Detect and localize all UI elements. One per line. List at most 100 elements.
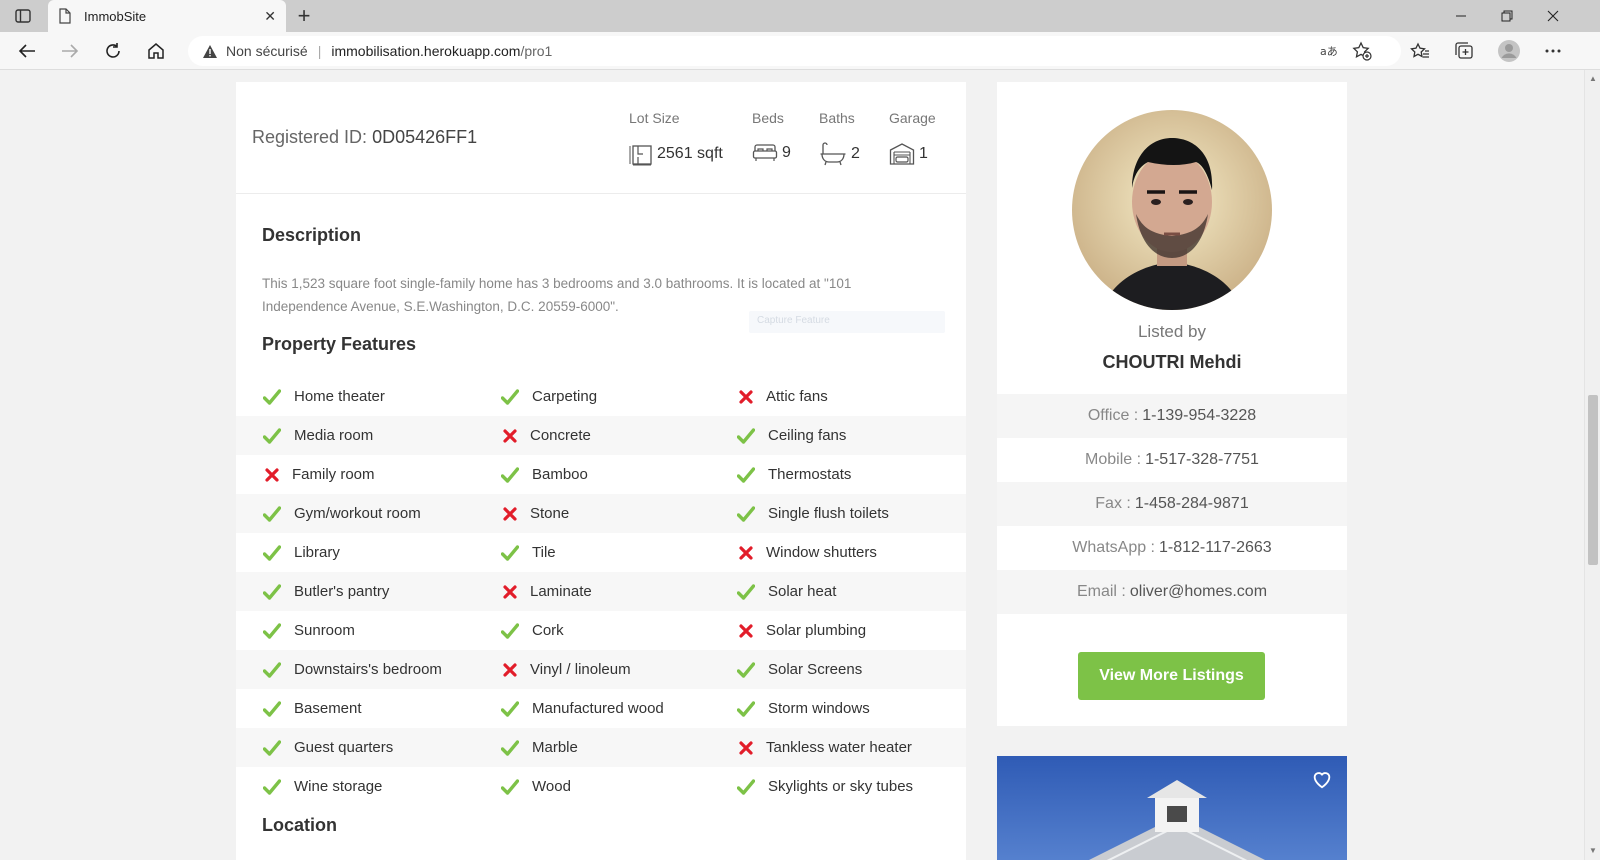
contact-fax: Fax :1-458-284-9871 (997, 482, 1347, 526)
check-icon (736, 699, 756, 719)
feature-label: Guest quarters (294, 739, 394, 756)
feature-item: Downstairs's bedroom (262, 660, 442, 680)
feature-item: Window shutters (736, 543, 877, 563)
feature-label: Single flush toilets (768, 505, 889, 522)
contact-email: Email : oliver@homes.com (997, 570, 1347, 614)
window-menu-icon[interactable] (14, 8, 32, 24)
cross-icon (736, 621, 756, 641)
more-icon[interactable] (1538, 37, 1568, 65)
check-icon (736, 777, 756, 797)
read-aloud-icon[interactable]: aあ (1318, 41, 1340, 61)
scroll-up-icon[interactable]: ▲ (1589, 74, 1597, 83)
feature-item: Basement (262, 699, 362, 719)
feature-label: Attic fans (766, 388, 828, 405)
contact-value[interactable]: 1-139-954-3228 (1142, 407, 1256, 425)
feature-label: Library (294, 544, 340, 561)
contact-value[interactable]: 1-458-284-9871 (1135, 495, 1249, 513)
agent-avatar (1072, 110, 1272, 310)
feature-item: Home theater (262, 387, 385, 407)
feature-label: Sunroom (294, 622, 355, 639)
feature-label: Media room (294, 427, 374, 444)
feature-label: Ceiling fans (768, 427, 847, 444)
features-row: Gym/workout room Stone Single flush toilet… (236, 494, 966, 533)
scrollbar-thumb[interactable] (1588, 395, 1598, 565)
home-icon[interactable] (141, 37, 171, 65)
cross-icon (500, 660, 520, 680)
close-window-icon[interactable] (1530, 0, 1576, 32)
contact-value[interactable]: 1-517-328-7751 (1145, 451, 1259, 469)
feature-item: Wood (500, 777, 571, 797)
feature-item: Family room (262, 465, 375, 485)
feature-item: Single flush toilets (736, 504, 889, 524)
stat-beds: Beds 9 (752, 110, 791, 164)
feature-label: Window shutters (766, 544, 877, 561)
new-tab-button[interactable]: + (292, 4, 316, 28)
check-icon (500, 777, 520, 797)
browser-tab[interactable]: ImmobSite ✕ (48, 0, 286, 32)
back-icon[interactable] (12, 37, 42, 65)
check-icon (262, 777, 282, 797)
check-icon (262, 543, 282, 563)
collections-icon[interactable] (1449, 37, 1479, 65)
registered-id-label: Registered ID: (252, 127, 373, 147)
description-title: Description (262, 225, 362, 245)
feature-label: Downstairs's bedroom (294, 661, 442, 678)
feature-item: Attic fans (736, 387, 828, 407)
feature-label: Concrete (530, 427, 591, 444)
features-grid: Home theater Carpeting Attic fans Media roo… (236, 377, 966, 806)
listing-card[interactable] (997, 756, 1347, 860)
feature-label: Storm windows (768, 700, 870, 717)
feature-item: Wine storage (262, 777, 382, 797)
feature-item: Vinyl / linoleum (500, 660, 631, 680)
feature-item: Manufactured wood (500, 699, 664, 719)
features-row: Downstairs's bedroom Vinyl / linoleum Sola… (236, 650, 966, 689)
contact-mobile: Mobile :1-517-328-7751 (997, 438, 1347, 482)
warning-icon[interactable] (202, 44, 218, 59)
contact-label: Fax : (1095, 495, 1131, 512)
cross-icon (500, 504, 520, 524)
page-content: Registered ID: 0D05426FF1 Lot Size 2561 … (0, 70, 1584, 860)
check-icon (262, 738, 282, 758)
security-label[interactable]: Non sécurisé (226, 43, 308, 59)
feature-label: Marble (532, 739, 578, 756)
heart-icon[interactable] (1311, 768, 1333, 790)
tab-close-icon[interactable]: ✕ (264, 8, 276, 25)
contact-value[interactable]: 1-812-117-2663 (1159, 539, 1272, 557)
feature-item: Cork (500, 621, 564, 641)
feature-item: Media room (262, 426, 373, 446)
browser-tab-bar: ImmobSite ✕ + (0, 0, 1600, 32)
favorites-icon[interactable] (1405, 37, 1435, 65)
feature-item: Bamboo (500, 465, 588, 485)
address-bar[interactable]: Non sécurisé | immobilisation.herokuapp.… (188, 36, 1401, 66)
doc-icon (59, 8, 71, 24)
contact-label: Office : (1087, 407, 1139, 424)
page-scrollbar[interactable]: ▲ ▼ (1584, 70, 1600, 860)
registered-id: Registered ID: 0D05426FF1 (252, 127, 477, 148)
feature-item: Concrete (500, 426, 591, 446)
check-icon (262, 426, 282, 446)
favorite-add-icon[interactable] (1351, 41, 1373, 61)
feature-label: Skylights or sky tubes (768, 778, 914, 795)
svg-text:aあ: aあ (1320, 45, 1338, 58)
restore-icon[interactable] (1484, 0, 1530, 32)
minimize-icon[interactable] (1438, 0, 1484, 32)
stat-label: Garage (889, 110, 936, 126)
contact-value[interactable]: oliver@homes.com (1130, 583, 1267, 601)
feature-label: Gym/workout room (294, 505, 421, 522)
cross-icon (262, 465, 282, 485)
check-icon (262, 699, 282, 719)
reload-icon[interactable] (98, 37, 128, 65)
profile-icon[interactable] (1494, 37, 1524, 65)
stat-value: 2561 sqft (657, 145, 723, 162)
agent-name: CHOUTRI Mehdi (1102, 352, 1242, 372)
scroll-down-icon[interactable]: ▼ (1589, 846, 1597, 855)
features-row: Butler's pantry Laminate Solar heat (236, 572, 966, 611)
forward-icon[interactable] (55, 37, 85, 65)
contact-label: WhatsApp : (1072, 539, 1155, 556)
feature-label: Thermostats (768, 466, 852, 483)
view-more-listings-button[interactable]: View More Listings (1078, 652, 1265, 700)
check-icon (500, 543, 520, 563)
check-icon (500, 699, 520, 719)
listed-by-label: Listed by (1137, 322, 1207, 341)
feature-item: Laminate (500, 582, 592, 602)
